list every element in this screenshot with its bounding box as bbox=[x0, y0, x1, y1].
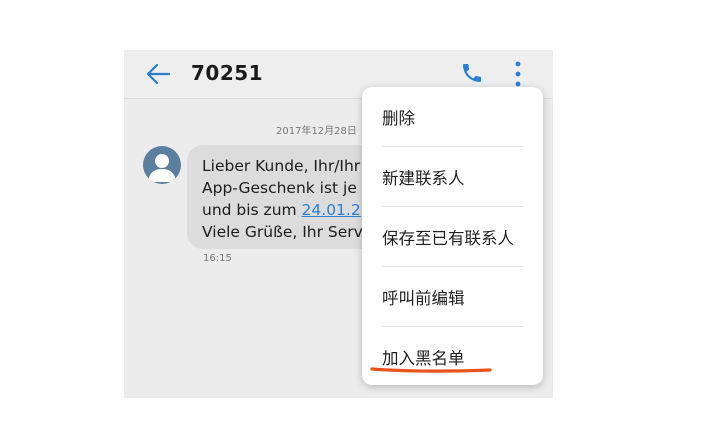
more-vertical-icon[interactable] bbox=[514, 60, 522, 88]
message-line: und bis zum 24.01.2 bbox=[202, 199, 363, 221]
message-line: Viele Grüße, Ihr Serv bbox=[202, 223, 363, 241]
menu-item-delete[interactable]: 删除 bbox=[362, 87, 543, 146]
message-timestamp: 16:15 bbox=[203, 253, 232, 264]
menu-item-save-to-existing[interactable]: 保存至已有联系人 bbox=[362, 207, 543, 266]
arrow-left-icon[interactable] bbox=[146, 63, 170, 85]
conversation-title: 70251 bbox=[191, 61, 264, 85]
person-icon bbox=[148, 154, 176, 182]
message-line: Lieber Kunde, Ihr/Ihr bbox=[202, 157, 361, 175]
highlight-underline bbox=[370, 367, 492, 373]
date-link[interactable]: 24.01.2 bbox=[302, 201, 361, 219]
message-line: App-Geschenk ist je bbox=[202, 179, 357, 197]
message-text: Lieber Kunde, Ihr/Ihr App-Geschenk ist j… bbox=[202, 155, 363, 243]
avatar[interactable] bbox=[143, 146, 181, 184]
date-separator: 2017年12月28日 bbox=[276, 126, 357, 137]
menu-item-edit-before-call[interactable]: 呼叫前编辑 bbox=[362, 267, 543, 326]
message-line-text: und bis zum bbox=[202, 201, 302, 219]
menu-item-new-contact[interactable]: 新建联系人 bbox=[362, 147, 543, 206]
menu-item-label: 呼叫前编辑 bbox=[382, 288, 465, 308]
menu-item-add-to-blacklist[interactable]: 加入黑名单 bbox=[362, 327, 543, 386]
overflow-menu: 删除 新建联系人 保存至已有联系人 呼叫前编辑 加入黑名单 bbox=[362, 87, 543, 385]
menu-item-label: 删除 bbox=[382, 108, 415, 128]
menu-item-label: 新建联系人 bbox=[382, 168, 465, 188]
menu-item-label: 保存至已有联系人 bbox=[382, 228, 514, 248]
phone-icon[interactable] bbox=[460, 61, 484, 85]
